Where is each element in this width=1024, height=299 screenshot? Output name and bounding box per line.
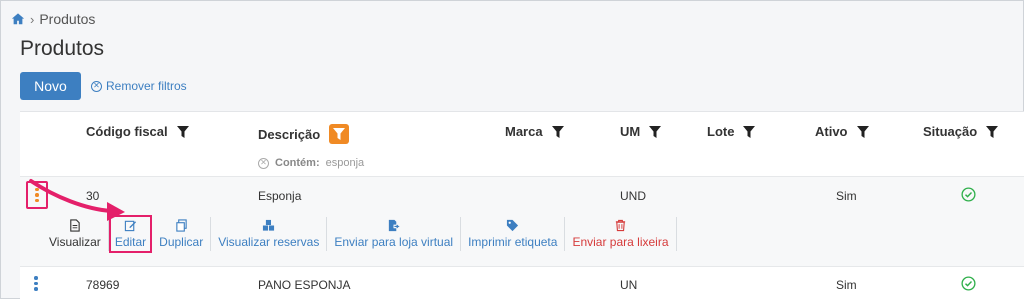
cell-um: UN: [620, 278, 638, 292]
column-header-codigo-fiscal[interactable]: Código fiscal: [86, 124, 189, 139]
cell-um: UND: [620, 189, 646, 203]
close-circle-icon: ✕: [91, 80, 102, 92]
filter-condition-label: Contém:: [275, 157, 320, 169]
products-table: Código fiscal Descrição Marca UM Lote At…: [20, 111, 1024, 299]
edit-action-button[interactable]: Editar: [108, 215, 153, 253]
breadcrumb: › Produtos: [11, 11, 95, 27]
send-to-store-action-button[interactable]: Enviar para loja virtual: [327, 217, 462, 251]
check-circle-icon: [961, 276, 976, 291]
cell-codigo-fiscal: 78969: [86, 278, 120, 292]
remove-filters-label: Remover filtros: [106, 79, 187, 93]
filter-icon[interactable]: [649, 125, 662, 138]
more-vertical-icon[interactable]: [34, 276, 38, 291]
cell-descricao: PANO ESPONJA: [258, 278, 351, 292]
filter-condition-value: esponja: [325, 157, 365, 169]
breadcrumb-current: Produtos: [39, 11, 96, 27]
check-circle-icon: [961, 187, 976, 202]
row-menu-highlight[interactable]: [26, 181, 48, 209]
document-icon: [70, 219, 81, 232]
more-vertical-icon[interactable]: [35, 187, 39, 203]
boxes-icon: [263, 219, 275, 231]
close-circle-icon[interactable]: ✕: [258, 157, 269, 169]
column-header-situacao[interactable]: Situação: [923, 124, 999, 139]
cell-ativo: Sim: [836, 278, 857, 292]
home-icon[interactable]: [11, 12, 25, 26]
view-reservations-action-button[interactable]: Visualizar reservas: [211, 217, 328, 251]
cell-codigo-fiscal: 30: [86, 189, 100, 203]
duplicate-action-button[interactable]: Duplicar: [152, 217, 212, 251]
copy-icon: [175, 219, 187, 232]
filter-icon[interactable]: [743, 125, 756, 138]
cell-ativo: Sim: [836, 189, 857, 203]
table-row[interactable]: 78969 PANO ESPONJA UN Sim: [20, 266, 1024, 299]
send-to-trash-action-button[interactable]: Enviar para lixeira: [565, 217, 677, 251]
column-header-ativo[interactable]: Ativo: [815, 124, 869, 139]
filter-icon[interactable]: [551, 125, 564, 138]
filter-icon[interactable]: [986, 125, 999, 138]
view-action-button[interactable]: Visualizar: [42, 217, 109, 251]
row-actions-bar: Visualizar Editar Duplicar Visualizar re…: [42, 215, 677, 257]
column-header-descricao[interactable]: Descrição: [258, 124, 350, 144]
remove-filters-link[interactable]: ✕ Remover filtros: [91, 79, 187, 93]
column-header-um[interactable]: UM: [620, 124, 662, 139]
cell-descricao: Esponja: [258, 189, 302, 203]
filter-icon[interactable]: [176, 125, 189, 138]
filter-icon[interactable]: [856, 125, 869, 138]
table-row[interactable]: 30 Esponja UND Sim Visualizar Editar Dup…: [20, 176, 1024, 266]
page-title: Produtos: [20, 37, 105, 60]
trash-icon: [615, 219, 626, 232]
new-button[interactable]: Novo: [20, 72, 81, 100]
print-label-action-button[interactable]: Imprimir etiqueta: [461, 217, 566, 251]
send-document-icon: [389, 219, 400, 232]
edit-icon: [124, 220, 137, 232]
app-frame: › Produtos Produtos Novo ✕ Remover filtr…: [0, 0, 1024, 299]
column-header-marca[interactable]: Marca: [505, 124, 564, 139]
filter-active-icon[interactable]: [329, 124, 350, 144]
column-header-lote[interactable]: Lote: [707, 124, 756, 139]
tag-icon: [507, 219, 519, 232]
chevron-right-icon: ›: [30, 11, 35, 27]
active-filter-chip[interactable]: ✕ Contém: esponja: [258, 157, 364, 169]
